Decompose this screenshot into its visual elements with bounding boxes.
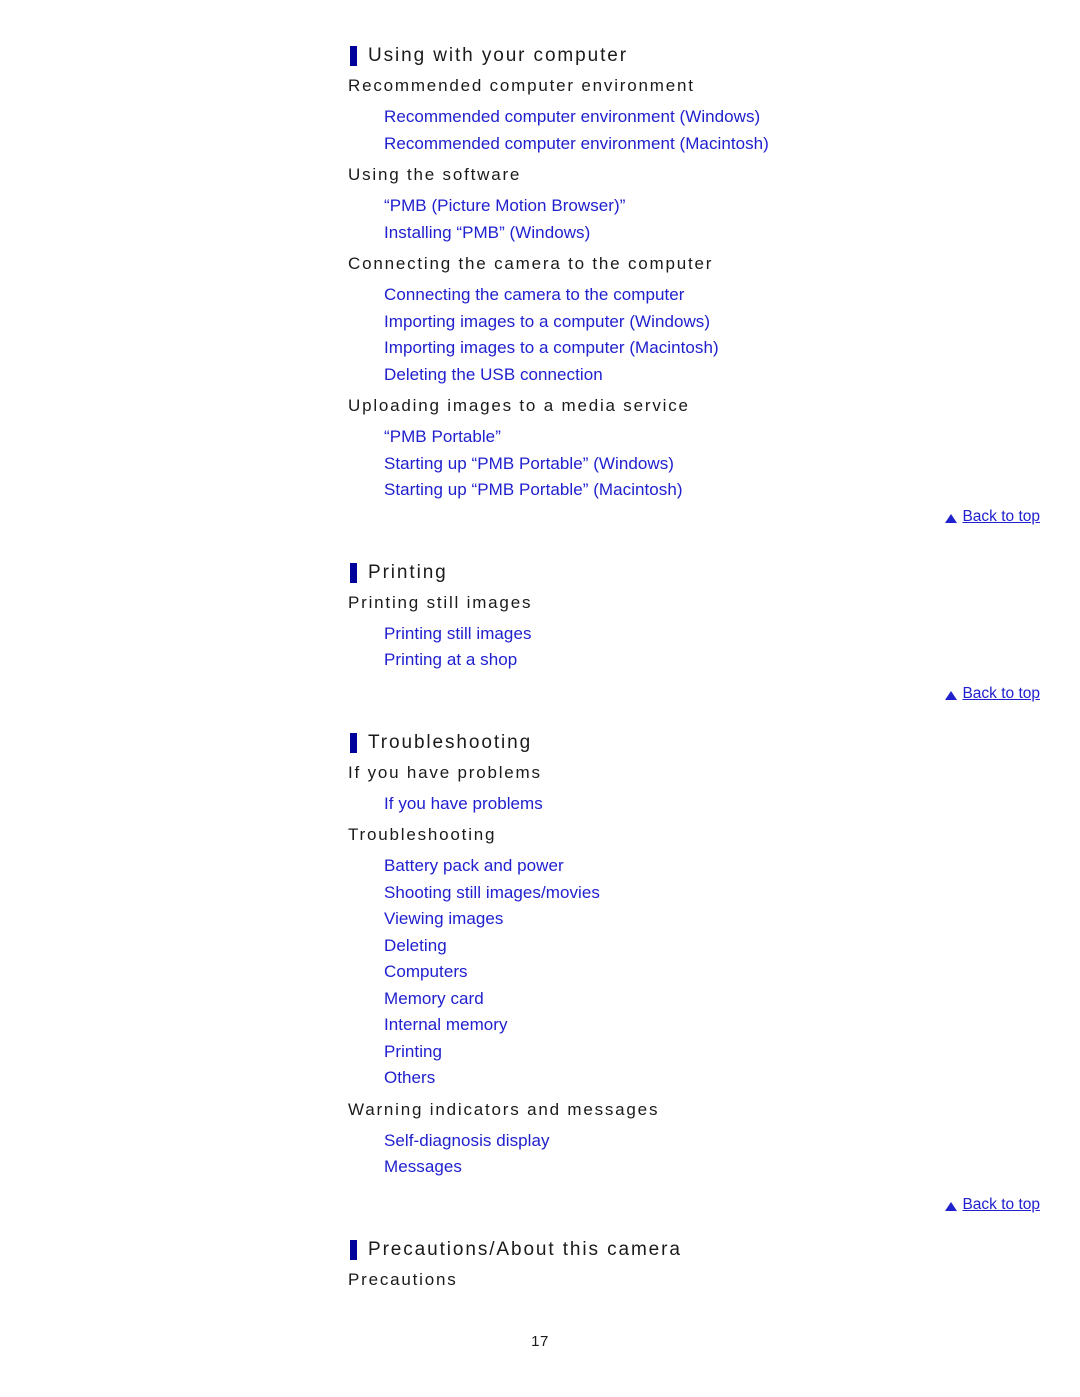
link-item[interactable]: Deleting the USB connection	[384, 362, 603, 389]
section-heading-precautions-about-this-camera: Precautions/About this camera	[350, 1238, 1080, 1262]
back-to-top-label: Back to top	[962, 508, 1040, 525]
link-list-printing-still-images: Printing still images Printing at a shop	[0, 621, 1080, 674]
section-heading-label: Precautions/About this camera	[368, 1238, 682, 1260]
sub-heading-if-you-have-problems: If you have problems	[348, 762, 542, 782]
link-item[interactable]: Recommended computer environment (Macint…	[384, 131, 769, 158]
link-list-warning-indicators-and-messages: Self-diagnosis display Messages	[0, 1128, 1080, 1181]
link-item[interactable]: Starting up “PMB Portable” (Windows)	[384, 451, 674, 478]
link-item[interactable]: Shooting still images/movies	[384, 880, 600, 907]
section-bar-icon	[350, 46, 357, 66]
link-item[interactable]: Internal memory	[384, 1012, 508, 1039]
triangle-up-icon	[945, 1201, 958, 1211]
sub-heading-warning-indicators-and-messages: Warning indicators and messages	[348, 1099, 660, 1119]
triangle-up-icon	[945, 513, 958, 523]
link-item[interactable]: Installing “PMB” (Windows)	[384, 220, 590, 247]
section-heading-label: Printing	[368, 561, 448, 583]
back-to-top-label: Back to top	[962, 685, 1040, 702]
section-heading-printing: Printing	[350, 561, 1080, 585]
link-item[interactable]: Battery pack and power	[384, 853, 564, 880]
link-list-using-the-software: “PMB (Picture Motion Browser)” Installin…	[0, 193, 1080, 246]
link-item[interactable]: “PMB Portable”	[384, 424, 501, 451]
link-item[interactable]: Printing still images	[384, 621, 532, 648]
sub-heading-troubleshooting: Troubleshooting	[348, 825, 497, 844]
section-bar-icon	[350, 1239, 357, 1260]
link-item[interactable]: Starting up “PMB Portable” (Macintosh)	[384, 477, 683, 504]
link-item[interactable]: If you have problems	[384, 791, 543, 818]
section-heading-label: Troubleshooting	[368, 731, 533, 753]
link-item[interactable]: Deleting	[384, 933, 447, 960]
link-item[interactable]: Viewing images	[384, 906, 503, 933]
link-item[interactable]: Others	[384, 1065, 435, 1092]
link-item[interactable]: Recommended computer environment (Window…	[384, 104, 760, 131]
section-heading-troubleshooting: Troubleshooting	[350, 731, 1080, 755]
sub-heading-uploading-images-to-a-media-service: Uploading images to a media service	[348, 396, 690, 415]
link-item[interactable]: Self-diagnosis display	[384, 1128, 550, 1155]
section-heading-label: Using with your computer	[368, 45, 628, 66]
link-list-uploading-images-to-a-media-service: “PMB Portable” Starting up “PMB Portable…	[0, 424, 1080, 504]
link-item[interactable]: “PMB (Picture Motion Browser)”	[384, 193, 625, 220]
back-to-top-link-3[interactable]: Back to top	[945, 1196, 1040, 1214]
back-to-top-link-1[interactable]: Back to top	[945, 508, 1040, 526]
section-bar-icon	[350, 732, 357, 753]
section-bar-icon	[350, 562, 357, 583]
link-item[interactable]: Importing images to a computer (Macintos…	[384, 335, 719, 362]
sub-heading-using-the-software: Using the software	[348, 165, 522, 184]
link-item[interactable]: Printing at a shop	[384, 647, 517, 674]
triangle-up-icon	[945, 690, 958, 700]
manual-toc-page: Using with your computer Recommended com…	[0, 0, 1080, 1397]
sub-heading-connecting-the-camera-to-the-computer: Connecting the camera to the computer	[348, 254, 714, 273]
section-heading-using-with-your-computer: Using with your computer	[350, 44, 1080, 68]
link-item[interactable]: Memory card	[384, 986, 484, 1013]
sub-heading-recommended-computer-environment: Recommended computer environment	[348, 76, 695, 95]
link-item[interactable]: Computers	[384, 959, 468, 986]
link-item[interactable]: Importing images to a computer (Windows)	[384, 309, 710, 336]
link-list-troubleshooting: Battery pack and power Shooting still im…	[0, 853, 1080, 1092]
link-item[interactable]: Messages	[384, 1154, 462, 1181]
back-to-top-link-2[interactable]: Back to top	[945, 685, 1040, 703]
toc-content: Using with your computer Recommended com…	[0, 0, 1080, 1291]
page-number: 17	[531, 1333, 549, 1350]
sub-heading-printing-still-images: Printing still images	[348, 592, 533, 612]
link-list-if-you-have-problems: If you have problems	[0, 791, 1080, 818]
link-item[interactable]: Printing	[384, 1039, 442, 1066]
link-list-recommended-computer-environment: Recommended computer environment (Window…	[0, 104, 1080, 157]
link-list-connecting-the-camera-to-the-computer: Connecting the camera to the computer Im…	[0, 282, 1080, 388]
link-item[interactable]: Connecting the camera to the computer	[384, 282, 684, 309]
back-to-top-label: Back to top	[962, 1196, 1040, 1213]
sub-heading-precautions: Precautions	[348, 1269, 458, 1289]
